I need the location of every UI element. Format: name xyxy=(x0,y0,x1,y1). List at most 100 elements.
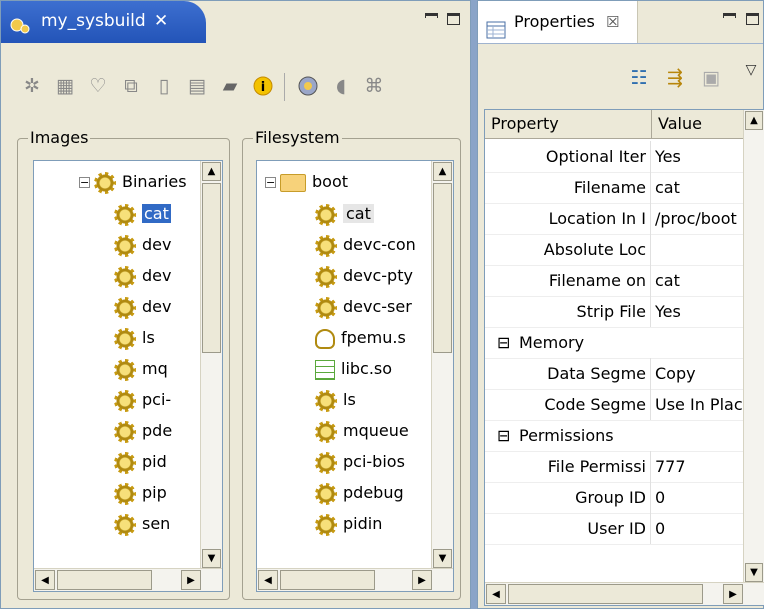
images-horizontal-scrollbar[interactable]: ◀ ▶ xyxy=(34,568,222,591)
scroll-thumb[interactable] xyxy=(57,570,152,590)
tree-item[interactable]: ls xyxy=(114,323,155,353)
tree-item[interactable]: devc-con xyxy=(315,230,416,260)
properties-table[interactable]: Property Value Optional Iter Yes Filename c… xyxy=(484,109,764,606)
tree-item[interactable]: pdebug xyxy=(315,478,404,508)
restore-default-icon[interactable]: ▣ xyxy=(700,67,722,89)
tree-item[interactable]: pde xyxy=(114,416,172,446)
property-category-row[interactable]: ⊟ Memory xyxy=(485,327,764,359)
minimize-button[interactable] xyxy=(723,13,736,18)
tree-item[interactable]: dev xyxy=(114,292,171,322)
property-row[interactable]: Filename on cat xyxy=(485,265,764,297)
property-row[interactable]: Group ID 0 xyxy=(485,482,764,514)
properties-horizontal-scrollbar[interactable]: ◀ ▶ xyxy=(485,582,764,605)
scroll-right-arrow-icon[interactable]: ▶ xyxy=(412,570,432,590)
scroll-down-arrow-icon[interactable]: ▼ xyxy=(202,549,221,568)
scroll-thumb[interactable] xyxy=(508,584,703,604)
scroll-thumb[interactable] xyxy=(433,183,452,353)
tree-item[interactable]: mq xyxy=(114,354,168,384)
property-row[interactable]: Location In I/proc/boot xyxy=(485,203,764,235)
images-vertical-scrollbar[interactable]: ▲ ▼ xyxy=(200,161,222,569)
tree-item[interactable]: mqueue xyxy=(315,416,409,446)
property-row[interactable]: File Permissi 777 xyxy=(485,451,764,483)
scroll-thumb[interactable] xyxy=(202,183,221,353)
categories-icon[interactable]: ☷ xyxy=(628,67,650,89)
maximize-button[interactable] xyxy=(447,13,460,25)
filesystem-horizontal-scrollbar[interactable]: ◀ ▶ xyxy=(257,568,453,591)
scroll-down-arrow-icon[interactable]: ▼ xyxy=(745,563,763,582)
scroll-right-arrow-icon[interactable]: ▶ xyxy=(723,584,743,604)
tree-item[interactable]: pid xyxy=(114,447,167,477)
tree-item[interactable]: fpemu.s xyxy=(315,323,406,353)
new-file-icon[interactable]: ▯ xyxy=(153,75,175,97)
my-sysbuild-tab[interactable]: my_sysbuild ✕ xyxy=(1,1,206,43)
tree-item[interactable]: pci-bios xyxy=(315,447,405,477)
property-value[interactable]: 0 xyxy=(655,482,745,513)
property-value[interactable]: 0 xyxy=(655,513,745,544)
gears-icon[interactable]: ✲ xyxy=(21,75,43,97)
plug-icon[interactable]: ♡ xyxy=(87,75,109,97)
copy-icon[interactable]: ⧉ xyxy=(120,75,142,97)
scroll-right-arrow-icon[interactable]: ▶ xyxy=(181,570,201,590)
property-row[interactable]: Filename cat xyxy=(485,172,764,204)
collapse-icon[interactable]: − xyxy=(79,177,90,188)
property-value[interactable]: Yes xyxy=(655,296,745,327)
maximize-button[interactable] xyxy=(746,13,759,25)
property-category-row[interactable]: ⊟ Permissions xyxy=(485,420,764,452)
property-value[interactable] xyxy=(655,234,745,265)
column-header-value[interactable]: Value xyxy=(651,110,702,138)
property-row[interactable]: User ID 0 xyxy=(485,513,764,545)
property-value[interactable]: Use In Place xyxy=(655,389,745,420)
collapse-icon[interactable]: ⊟ xyxy=(497,420,510,451)
boot-tree-node[interactable]: − boot xyxy=(265,167,348,197)
collapse-icon[interactable]: − xyxy=(265,177,276,188)
tree-item[interactable]: ls xyxy=(315,385,356,415)
tree-item[interactable]: cat xyxy=(114,199,171,229)
crossed-icon[interactable]: ⌘ xyxy=(363,75,385,97)
column-header-property[interactable]: Property xyxy=(491,110,559,138)
scroll-up-arrow-icon[interactable]: ▲ xyxy=(745,111,763,130)
minimize-button[interactable] xyxy=(425,13,438,18)
tree-item[interactable]: sen xyxy=(114,509,170,539)
folder-icon[interactable]: ▰ xyxy=(219,75,241,97)
tree-item[interactable]: devc-ser xyxy=(315,292,412,322)
scroll-left-arrow-icon[interactable]: ◀ xyxy=(258,570,278,590)
filter-icon[interactable]: ⇶ xyxy=(664,67,686,89)
close-tab-button[interactable]: ☒ xyxy=(606,1,619,43)
scroll-thumb[interactable] xyxy=(280,570,375,590)
tree-item[interactable]: devc-pty xyxy=(315,261,413,291)
images-tree[interactable]: − Binaries cat dev dev dev ls mq pci- pde… xyxy=(33,160,223,592)
property-value[interactable]: 777 xyxy=(655,451,745,482)
tree-item[interactable]: pip xyxy=(114,478,167,508)
properties-tab[interactable]: Properties ☒ xyxy=(478,1,638,43)
tree-item[interactable]: cat xyxy=(315,199,374,229)
tree-item[interactable]: dev xyxy=(114,230,171,260)
info-icon[interactable]: i xyxy=(252,75,274,97)
property-row[interactable]: Data Segme Copy xyxy=(485,358,764,390)
scroll-left-arrow-icon[interactable]: ◀ xyxy=(486,584,506,604)
property-value[interactable]: Yes xyxy=(655,141,745,172)
property-value[interactable]: /proc/boot xyxy=(655,203,745,234)
property-value[interactable]: cat xyxy=(655,265,745,296)
close-tab-button[interactable]: ✕ xyxy=(154,1,168,41)
collapse-icon[interactable]: ⊟ xyxy=(497,327,510,358)
property-row[interactable]: Absolute Loc xyxy=(485,234,764,266)
properties-vertical-scrollbar[interactable]: ▲ ▼ xyxy=(743,110,764,583)
view-menu-icon[interactable]: ▽ xyxy=(740,59,762,81)
property-row[interactable]: Strip File Yes xyxy=(485,296,764,328)
filesystem-tree[interactable]: − boot cat devc-con devc-pty devc-ser fpe… xyxy=(256,160,454,592)
scroll-up-arrow-icon[interactable]: ▲ xyxy=(433,162,452,181)
property-value[interactable]: Copy xyxy=(655,358,745,389)
scroll-down-arrow-icon[interactable]: ▼ xyxy=(433,549,452,568)
filesystem-vertical-scrollbar[interactable]: ▲ ▼ xyxy=(431,161,453,569)
disc-icon[interactable] xyxy=(297,75,319,97)
tree-item[interactable]: libc.so xyxy=(315,354,392,384)
scroll-up-arrow-icon[interactable]: ▲ xyxy=(202,162,221,181)
binaries-tree-node[interactable]: − Binaries xyxy=(79,167,187,197)
property-row[interactable]: Optional Iter Yes xyxy=(485,141,764,173)
tree-item[interactable]: pci- xyxy=(114,385,171,415)
scroll-left-arrow-icon[interactable]: ◀ xyxy=(35,570,55,590)
tree-item[interactable]: dev xyxy=(114,261,171,291)
tree-item[interactable]: pidin xyxy=(315,509,382,539)
speaker-icon[interactable]: ◖ xyxy=(330,75,352,97)
property-row[interactable]: Code Segme Use In Place xyxy=(485,389,764,421)
